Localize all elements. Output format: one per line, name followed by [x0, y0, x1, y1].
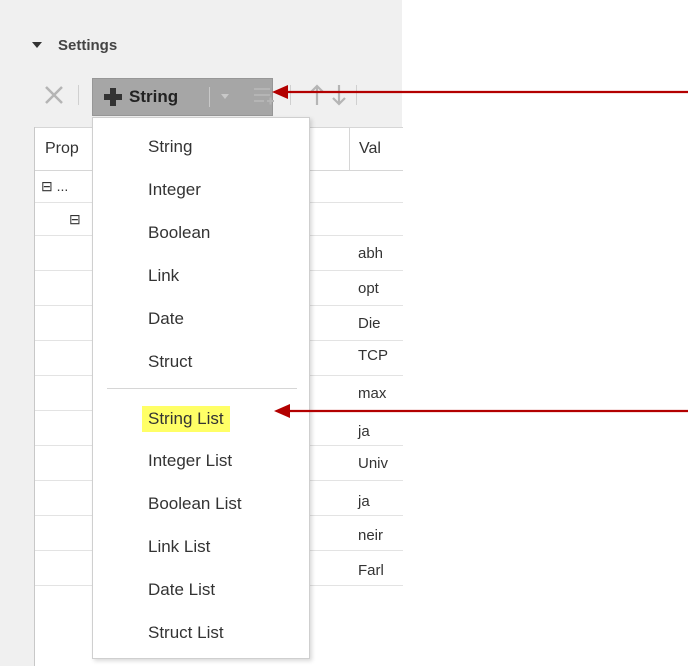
menu-item-link[interactable]: Link	[148, 266, 179, 286]
settings-section-header[interactable]: Settings	[32, 34, 117, 56]
add-string-split-button[interactable]: String	[92, 78, 273, 116]
add-type-dropdown-menu: String Integer Boolean Link Date Struct …	[92, 117, 310, 659]
menu-item-struct[interactable]: Struct	[148, 352, 192, 372]
menu-item-integer-list[interactable]: Integer List	[148, 451, 232, 471]
property-value: Univ	[358, 455, 389, 472]
tree-node-child[interactable]: ⊟	[69, 211, 81, 228]
settings-title: Settings	[58, 36, 118, 54]
property-value: max	[358, 385, 387, 402]
delete-icon[interactable]	[42, 83, 66, 107]
toolbar-separator	[78, 85, 79, 105]
menu-item-struct-list[interactable]: Struct List	[148, 623, 224, 643]
tree-node-root[interactable]: ⊟ ...	[41, 178, 68, 195]
collapse-caret-icon[interactable]	[32, 42, 42, 48]
property-value: ja	[358, 423, 370, 440]
property-value: opt	[358, 280, 379, 297]
menu-item-string[interactable]: String	[148, 137, 192, 157]
menu-item-date[interactable]: Date	[148, 309, 184, 329]
property-value: Farl	[358, 562, 384, 579]
column-divider[interactable]	[349, 128, 350, 170]
menu-item-date-list[interactable]: Date List	[148, 580, 215, 600]
annotation-arrow-string-list	[274, 404, 688, 418]
add-string-label: String	[129, 87, 179, 106]
value-column-header[interactable]: Val	[359, 140, 381, 158]
split-divider	[209, 87, 210, 107]
menu-separator	[107, 388, 297, 389]
menu-item-string-list[interactable]: String List	[142, 406, 230, 432]
menu-item-boolean-list[interactable]: Boolean List	[148, 494, 242, 514]
annotation-arrow-toolbar	[272, 85, 688, 99]
property-value: neir	[358, 527, 384, 544]
property-column-header[interactable]: Prop	[45, 140, 79, 158]
property-value: Die	[358, 315, 381, 332]
property-value: TCP	[358, 347, 388, 364]
menu-item-integer[interactable]: Integer	[148, 180, 201, 200]
menu-item-boolean[interactable]: Boolean	[148, 223, 210, 243]
menu-item-link-list[interactable]: Link List	[148, 537, 210, 557]
property-value: ja	[358, 493, 370, 510]
property-value: abh	[358, 245, 384, 262]
dropdown-caret-icon[interactable]	[219, 89, 231, 103]
plus-icon	[104, 88, 122, 106]
